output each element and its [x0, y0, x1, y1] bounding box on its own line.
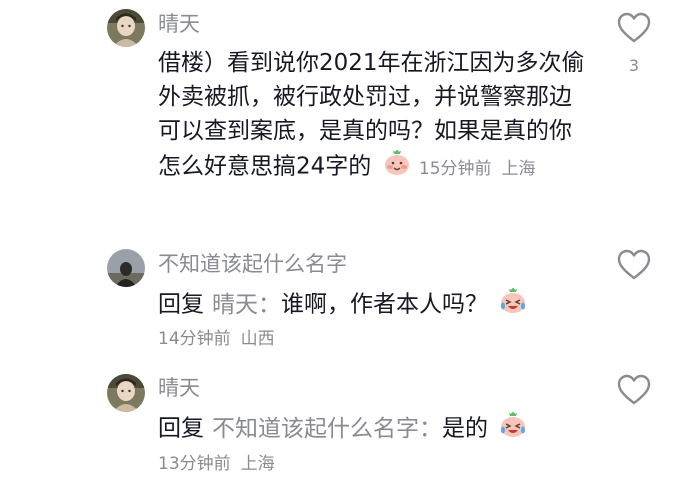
- comment-time: 13分钟前: [158, 454, 231, 474]
- reply-target-username[interactable]: 晴天：: [212, 292, 281, 318]
- comment-meta: 13分钟前 上海: [158, 449, 275, 474]
- like-button[interactable]: [617, 249, 651, 281]
- silhouette-avatar-icon: [107, 249, 145, 287]
- username[interactable]: 晴天: [158, 10, 200, 38]
- reply-label: 回复: [158, 291, 204, 318]
- comment-meta: 15分钟前 上海: [419, 159, 536, 179]
- comment-time: 14分钟前: [158, 329, 231, 349]
- comment-location: 上海: [501, 158, 536, 179]
- user-avatar[interactable]: [107, 249, 145, 287]
- comment-location: 上海: [240, 454, 275, 474]
- blushing-emoji-icon: [382, 148, 412, 186]
- user-avatar[interactable]: [107, 374, 145, 412]
- like-button[interactable]: [617, 12, 651, 44]
- portrait-avatar-icon: [107, 374, 145, 412]
- comment-text: 回复 不知道该起什么名字：是的: [158, 410, 593, 448]
- comment-location: 山西: [240, 329, 275, 349]
- crying-laughing-emoji-icon: [498, 410, 528, 448]
- comment-time: 15分钟前: [418, 158, 492, 179]
- portrait-avatar-icon: [107, 9, 145, 47]
- heart-outline-icon: [617, 374, 651, 405]
- comment-meta: 14分钟前 山西: [158, 324, 275, 349]
- crying-laughing-emoji-icon: [498, 286, 528, 324]
- reply-label: 回复: [158, 415, 204, 442]
- comment-text: 回复 晴天：谁啊，作者本人吗？: [158, 286, 593, 324]
- reply-target-username[interactable]: 不知道该起什么名字：: [212, 416, 442, 442]
- comment-text: 借楼）看到说你2021年在浙江因为多次偷外卖被抓，被行政处罚过，并说警察那边可以…: [158, 46, 593, 186]
- comment-text-content: 是的: [442, 415, 488, 442]
- user-avatar[interactable]: [107, 9, 145, 47]
- heart-outline-icon: [617, 12, 651, 43]
- username[interactable]: 晴天: [158, 374, 200, 402]
- comment-item: 晴天 借楼）看到说你2021年在浙江因为多次偷外卖被抓，被行政处罚过，并说警察那…: [0, 0, 680, 230]
- heart-outline-icon: [617, 249, 651, 280]
- username[interactable]: 不知道该起什么名字: [158, 250, 347, 278]
- like-button[interactable]: [617, 374, 651, 406]
- like-count: 3: [628, 56, 640, 75]
- comment-text-content: 谁啊，作者本人吗？: [281, 291, 488, 318]
